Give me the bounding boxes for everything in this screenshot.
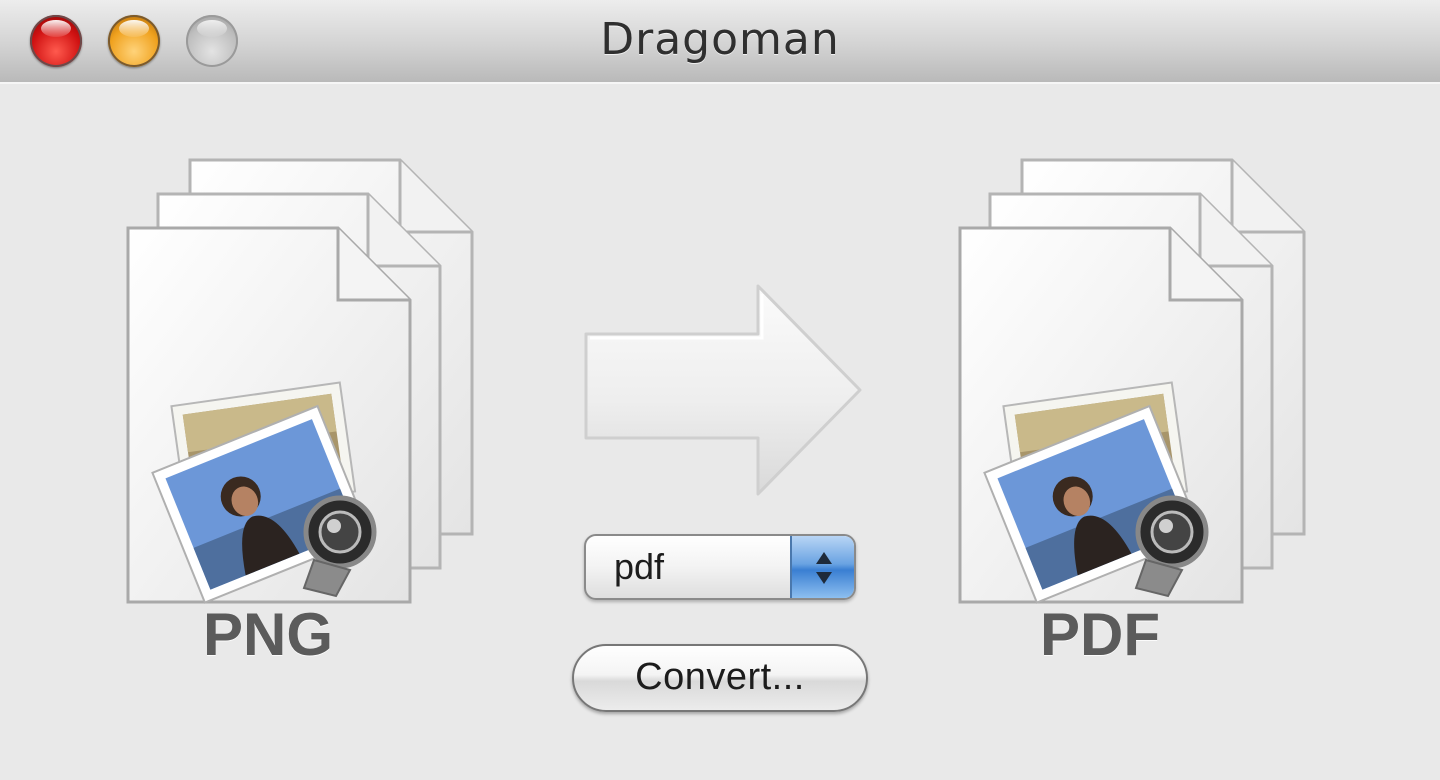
format-popup-value: pdf [614, 546, 665, 587]
preview-photo-icon [983, 374, 1236, 604]
title-bar[interactable]: Dragoman [0, 0, 1440, 84]
window-title: Dragoman [600, 14, 840, 65]
convert-button[interactable]: Convert... [572, 644, 868, 712]
popup-arrows-icon [790, 536, 854, 598]
target-format-label: PDF [1040, 601, 1160, 668]
preview-photo-icon [151, 374, 404, 604]
document-page-icon: PDF [956, 226, 1244, 668]
source-format-label: PNG [202, 601, 334, 668]
target-document-stack[interactable]: PDF [956, 158, 1336, 668]
format-popup-button[interactable]: pdf [584, 534, 856, 600]
source-document-stack[interactable]: PNG [124, 158, 504, 668]
dragoman-window: Dragoman PNG PDF pdf Convert... [0, 0, 1440, 780]
document-page-icon: PNG [124, 226, 412, 668]
arrow-right-icon [582, 282, 864, 498]
